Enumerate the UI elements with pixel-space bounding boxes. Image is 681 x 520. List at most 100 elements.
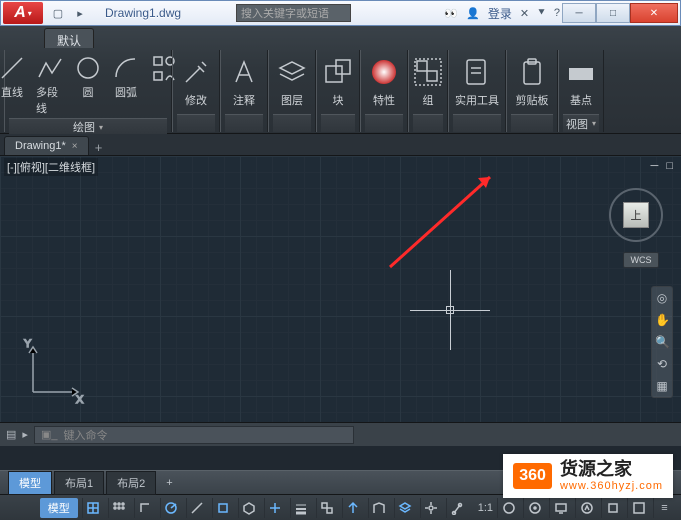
status-polar-icon[interactable] <box>160 498 182 518</box>
status-annoscale-list-icon[interactable] <box>446 498 468 518</box>
nav-zoom-icon[interactable]: 🔍 <box>655 335 669 349</box>
infocenter-dropdown-icon[interactable]: ⯆ <box>537 7 546 20</box>
command-line-input[interactable]: ▣_ 键入命令 <box>34 426 354 444</box>
viewcube[interactable]: 上 <box>609 188 663 242</box>
minimize-button[interactable]: ─ <box>562 3 596 23</box>
tool-datum[interactable]: 基点 <box>561 52 601 110</box>
panel-layers: 图层 <box>268 50 316 132</box>
navigation-bar: ◎ ✋ 🔍 ⟲ ▦ <box>651 286 673 398</box>
drawing-area-wrap: Drawing1* × + [-][俯视][二维线框] ─ □ 上 WCS ◎ … <box>0 134 681 470</box>
tool-block[interactable]: 块 <box>318 52 358 110</box>
status-lineweight-icon[interactable] <box>290 498 312 518</box>
panel-label-annotate <box>225 114 263 132</box>
exchange-icon[interactable]: ✕ <box>520 7 529 20</box>
watermark-badge: 360 <box>513 463 552 489</box>
status-transparency-icon[interactable] <box>316 498 338 518</box>
panel-label-block <box>321 114 355 132</box>
status-otrack-icon[interactable] <box>264 498 286 518</box>
svg-text:Y: Y <box>24 338 32 350</box>
annotation-arrow <box>380 172 500 272</box>
status-grid-icon[interactable] <box>82 498 104 518</box>
tool-utilities[interactable]: 实用工具 <box>453 52 501 110</box>
status-annomonitor-icon[interactable] <box>549 498 571 518</box>
close-button[interactable]: ✕ <box>630 3 678 23</box>
cmd-recent-icon[interactable]: ▸ <box>22 428 28 441</box>
watermark-title: 货源之家 <box>560 460 663 480</box>
help-search-input[interactable]: 搜入关键字或短语 <box>236 4 351 22</box>
cmd-handle-icon[interactable]: ▤ <box>6 428 16 441</box>
panel-block: 块 <box>316 50 360 132</box>
status-isodraft-icon[interactable] <box>186 498 208 518</box>
model-viewport[interactable]: [-][俯视][二维线框] ─ □ 上 WCS ◎ ✋ 🔍 ⟲ ▦ YX ▤ <box>0 156 681 446</box>
viewport-maximize-icon[interactable]: □ <box>666 160 673 172</box>
nav-pan-icon[interactable]: ✋ <box>655 313 669 327</box>
tool-circle[interactable]: 圆 <box>72 52 104 102</box>
status-hardware-accel-icon[interactable] <box>575 498 597 518</box>
app-menu-button[interactable]: A <box>3 2 43 24</box>
file-tab-close-icon[interactable]: × <box>72 141 78 152</box>
panel-annotate: 注释 <box>220 50 268 132</box>
status-isolate-icon[interactable] <box>601 498 623 518</box>
layout-tab-layout2[interactable]: 布局2 <box>106 471 156 495</box>
ribbon-tab-strip: 默认 <box>0 26 681 48</box>
status-3dosnap-icon[interactable] <box>238 498 260 518</box>
layout-tab-add[interactable]: + <box>158 474 180 492</box>
panel-properties: 特性 <box>360 50 408 132</box>
status-gizmo-icon[interactable] <box>420 498 442 518</box>
panel-label-clipboard <box>511 114 553 132</box>
tool-polyline[interactable]: 多段线 <box>34 52 66 118</box>
help-icon[interactable]: ? <box>554 7 560 19</box>
status-selection-filter-icon[interactable] <box>394 498 416 518</box>
status-modelspace-button[interactable]: 模型 <box>40 498 78 518</box>
nav-fullnav-icon[interactable]: ◎ <box>655 291 669 305</box>
panel-datum: 基点 视图 <box>558 50 604 132</box>
panel-clipboard: 剪贴板 <box>506 50 558 132</box>
status-workspace-icon[interactable] <box>523 498 545 518</box>
panel-draw: 直线 多段线 圆 圆弧 绘图 <box>4 50 172 132</box>
sign-in-link[interactable]: 登录 <box>488 5 512 22</box>
document-title: Drawing1.dwg <box>105 6 181 20</box>
file-tab-add[interactable]: + <box>89 140 109 155</box>
status-annovis-icon[interactable] <box>497 498 519 518</box>
status-annotation-scale[interactable]: 1:1 <box>478 502 493 514</box>
layout-tab-model[interactable]: 模型 <box>8 471 52 495</box>
wcs-badge[interactable]: WCS <box>623 252 659 268</box>
panel-label-draw[interactable]: 绘图 <box>9 118 167 135</box>
tool-modify[interactable]: 修改 <box>176 52 216 110</box>
tool-annotate[interactable]: 注释 <box>224 52 264 110</box>
status-dynamic-ucs-icon[interactable] <box>368 498 390 518</box>
tool-properties[interactable]: 特性 <box>364 52 404 110</box>
nav-orbit-icon[interactable]: ⟲ <box>655 357 669 371</box>
tool-clipboard[interactable]: 剪贴板 <box>512 52 552 110</box>
status-ortho-icon[interactable] <box>134 498 156 518</box>
tool-layers[interactable]: 图层 <box>272 52 312 110</box>
viewport-label[interactable]: [-][俯视][二维线框] <box>4 158 98 176</box>
qat-open-icon[interactable]: ▸ <box>73 6 87 20</box>
layout-tab-layout1[interactable]: 布局1 <box>54 471 104 495</box>
qat-new-icon[interactable]: ▢ <box>51 6 65 20</box>
binoculars-icon[interactable]: 👀 <box>444 7 458 20</box>
file-tab-drawing1[interactable]: Drawing1* × <box>4 136 89 155</box>
status-osnap-icon[interactable] <box>212 498 234 518</box>
viewport-minimize-icon[interactable]: ─ <box>651 160 659 172</box>
status-cleanscreen-icon[interactable] <box>627 498 649 518</box>
panel-label-view[interactable]: 视图 <box>563 114 599 132</box>
status-customize-icon[interactable]: ≡ <box>653 498 675 518</box>
tool-line[interactable]: 直线 <box>0 52 28 102</box>
status-snapmode-icon[interactable] <box>108 498 130 518</box>
window-buttons: ─ □ ✕ <box>562 3 678 23</box>
cmd-prompt-icon: ▣_ <box>41 428 58 441</box>
tool-group[interactable]: 组 <box>408 52 448 110</box>
maximize-button[interactable]: □ <box>596 3 630 23</box>
app-logo-letter: A <box>14 4 26 22</box>
tool-arc[interactable]: 圆弧 <box>110 52 142 102</box>
panel-label-utilities <box>453 114 501 132</box>
nav-showmotion-icon[interactable]: ▦ <box>655 379 669 393</box>
quick-access-toolbar: ▢ ▸ <box>51 6 87 20</box>
ribbon-tab-default[interactable]: 默认 <box>44 28 94 48</box>
status-selection-cycling-icon[interactable] <box>342 498 364 518</box>
user-icon: 👤 <box>466 7 480 20</box>
viewcube-top-face[interactable]: 上 <box>623 202 649 228</box>
panel-label-modify <box>177 114 215 132</box>
panel-group: 组 <box>408 50 448 132</box>
